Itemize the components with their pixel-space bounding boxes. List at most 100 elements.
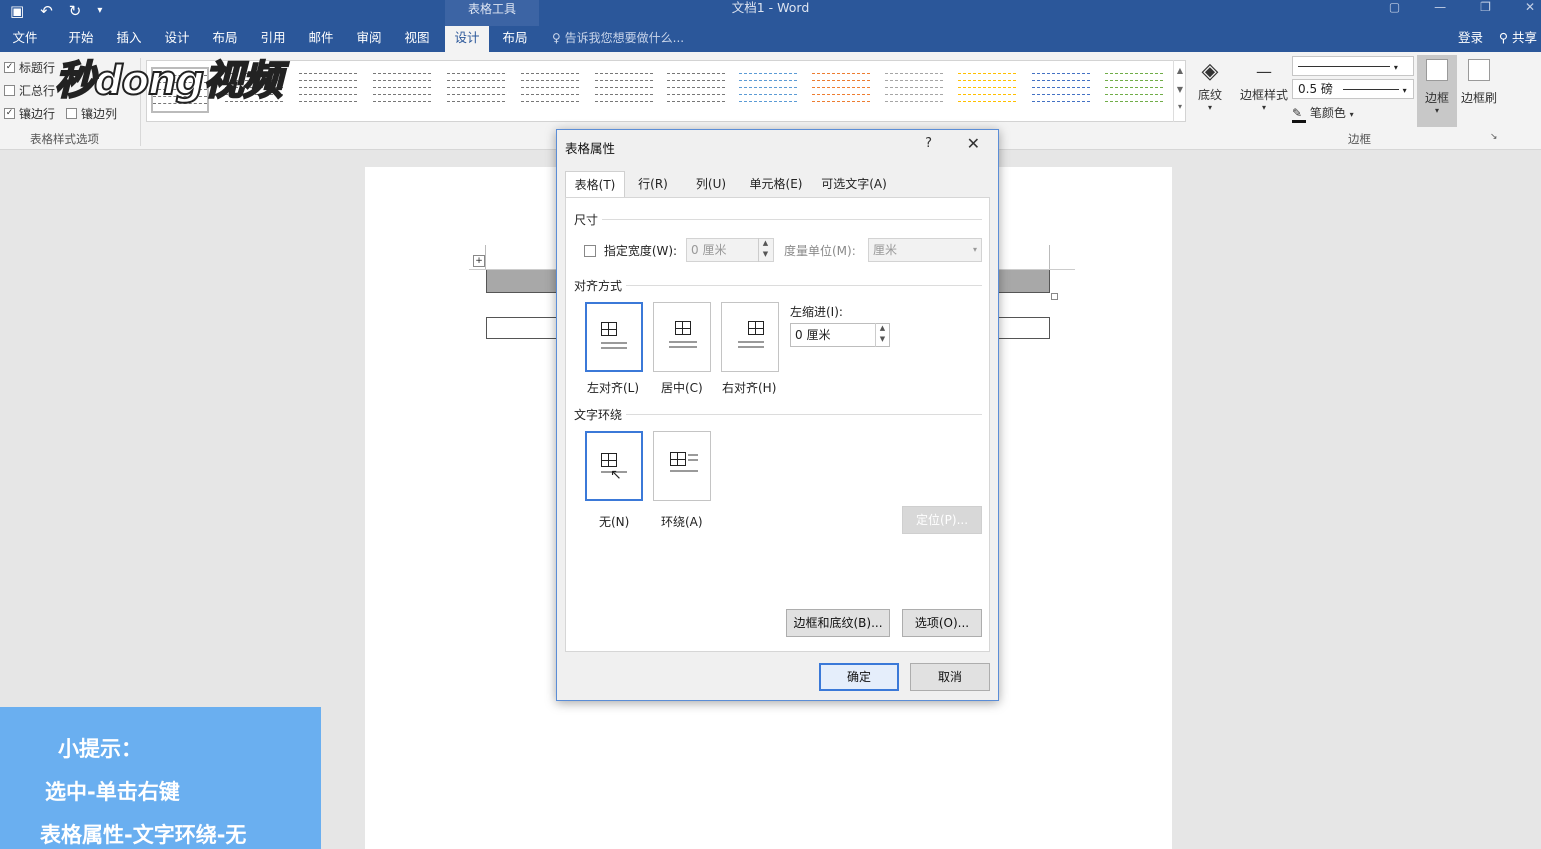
borders-button[interactable]: 边框 ▾ <box>1417 55 1457 127</box>
dialog-launcher-icon[interactable]: ↘ <box>1490 132 1498 142</box>
section-divider <box>602 219 982 220</box>
tab-row[interactable]: 行(R) <box>629 171 677 197</box>
logo-watermark: 秒dong视频 <box>54 57 283 105</box>
table-style-7[interactable] <box>595 67 653 113</box>
preferred-width-checkbox[interactable]: 指定宽度(W): <box>584 242 677 259</box>
tab-table[interactable]: 表格(T) <box>565 171 625 197</box>
paint-bucket-icon: ◈ <box>1201 59 1219 84</box>
tab-view[interactable]: 视图 <box>396 26 438 52</box>
tab-mailings[interactable]: 邮件 <box>300 26 342 52</box>
tab-review[interactable]: 审阅 <box>348 26 390 52</box>
close-window-icon[interactable]: ✕ <box>1525 0 1535 14</box>
close-icon[interactable]: ✕ <box>967 134 980 153</box>
mouse-cursor-icon: ↖ <box>610 467 622 483</box>
table-style-3[interactable] <box>299 67 357 113</box>
tab-table-design[interactable]: 设计 <box>445 26 489 52</box>
table-style-10[interactable] <box>812 67 870 113</box>
wrap-around-icon <box>670 452 686 466</box>
line-style-select[interactable]: ▾ <box>1292 56 1414 76</box>
text-lines-icon <box>738 346 764 348</box>
align-left-option[interactable] <box>585 302 643 372</box>
measure-unit-select[interactable]: 厘米 ▾ <box>868 238 982 262</box>
banded-cols-checkbox[interactable]: 镶边列 <box>66 105 117 122</box>
restore-icon[interactable]: ❐ <box>1480 0 1491 14</box>
section-divider <box>626 414 982 415</box>
gallery-more-icon[interactable]: ▾ <box>1174 102 1186 111</box>
border-styles-button[interactable]: — 边框样式 ▾ <box>1236 58 1292 112</box>
table-style-5[interactable] <box>447 67 505 113</box>
pen-weight-select[interactable]: 0.5 磅 ▾ <box>1292 79 1414 99</box>
border-styles-label: 边框样式 <box>1239 88 1288 102</box>
wrap-around-label: 环绕(A) <box>661 515 703 529</box>
align-left-label: 左对齐(L) <box>587 381 640 395</box>
login-link[interactable]: 登录 <box>1458 26 1483 50</box>
borders-label: 边框 <box>1424 91 1449 105</box>
table-style-14[interactable] <box>1105 67 1163 113</box>
table-style-13[interactable] <box>1032 67 1090 113</box>
header-row-checkbox[interactable]: ✓ 标题行 <box>4 59 55 76</box>
tip-line: 表格属性-文字环绕-无 <box>40 823 247 847</box>
checkbox-unchecked-icon <box>584 245 596 257</box>
table-style-11[interactable] <box>885 67 943 113</box>
borders-shading-button[interactable]: 边框和底纹(B)... <box>786 609 890 637</box>
checkbox-unchecked-icon <box>66 108 77 119</box>
text-lines-icon <box>738 341 764 343</box>
chevron-down-icon: ▾ <box>1434 106 1439 115</box>
shading-button[interactable]: ◈ 底纹 ▾ <box>1194 58 1226 112</box>
window-controls: ▢ — ❐ ✕ <box>1389 0 1535 14</box>
resize-handle[interactable] <box>1051 293 1058 300</box>
table-tab-panel: 尺寸 指定宽度(W): 0 厘米 ▲ ▼ 度量单位(M): 厘米 ▾ 对齐方式 左… <box>565 197 990 652</box>
gallery-up-icon[interactable]: ▲ <box>1174 66 1186 75</box>
gallery-down-icon[interactable]: ▼ <box>1174 85 1186 94</box>
tell-me-box[interactable]: ♀ 告诉我您想要做什么... <box>552 26 684 50</box>
tab-column[interactable]: 列(U) <box>687 171 735 197</box>
positioning-button[interactable]: 定位(P)... <box>902 506 982 534</box>
pen-color-label: 笔颜色 <box>1309 106 1346 120</box>
lightbulb-icon: ♀ <box>552 31 561 45</box>
table-style-4[interactable] <box>373 67 431 113</box>
vertical-guide-left <box>485 245 486 269</box>
person-icon: ⚲ <box>1498 30 1508 45</box>
text-lines-icon <box>688 454 698 456</box>
gallery-scroll[interactable]: ▲ ▼ ▾ <box>1173 60 1186 122</box>
line-preview <box>1298 66 1390 67</box>
minimize-icon[interactable]: — <box>1434 0 1446 14</box>
help-icon[interactable]: ? <box>925 136 932 151</box>
table-style-8[interactable] <box>667 67 725 113</box>
table-style-9[interactable] <box>739 67 797 113</box>
border-painter-button[interactable]: 边框刷 <box>1459 55 1499 106</box>
ribbon-display-icon[interactable]: ▢ <box>1389 0 1400 14</box>
table-move-handle-icon[interactable]: + <box>473 255 485 267</box>
tab-cell[interactable]: 单元格(E) <box>745 171 807 197</box>
total-row-checkbox[interactable]: 汇总行 <box>4 82 55 99</box>
wrap-none-option[interactable]: ↖ <box>585 431 643 501</box>
align-center-option[interactable] <box>653 302 711 372</box>
options-button[interactable]: 选项(O)... <box>902 609 982 637</box>
cancel-button[interactable]: 取消 <box>910 663 990 691</box>
text-lines-icon <box>669 341 697 343</box>
pen-color-button[interactable]: ✎ 笔颜色 ▾ <box>1292 104 1354 123</box>
tab-table-layout[interactable]: 布局 <box>494 26 536 52</box>
indent-spinner[interactable]: ▲ ▼ <box>875 323 889 347</box>
table-align-center-icon <box>675 321 691 335</box>
table-style-6[interactable] <box>521 67 579 113</box>
text-lines-icon <box>688 459 698 461</box>
table-style-12[interactable] <box>958 67 1016 113</box>
alignment-section-label: 对齐方式 <box>574 279 623 293</box>
text-lines-icon <box>669 346 697 348</box>
share-button[interactable]: ⚲ 共享 <box>1499 26 1537 50</box>
chevron-down-icon: ▾ <box>972 245 977 254</box>
align-right-option[interactable] <box>721 302 779 372</box>
tip-box: 小提示： 选中-单击右键 表格属性-文字环绕-无 <box>0 707 321 849</box>
banded-rows-checkbox[interactable]: ✓ 镶边行 <box>4 105 55 122</box>
ok-button[interactable]: 确定 <box>819 663 899 691</box>
tab-alt-text[interactable]: 可选文字(A) <box>815 171 893 197</box>
wrap-none-label: 无(N) <box>599 515 630 529</box>
tip-heading: 小提示： <box>58 737 142 761</box>
chevron-down-icon: ▾ <box>1207 103 1212 112</box>
dialog-tabs: 表格(T) 行(R) 列(U) 单元格(E) 可选文字(A) <box>565 171 990 197</box>
width-spinner[interactable]: ▲ ▼ <box>758 238 772 262</box>
wrap-around-option[interactable] <box>653 431 711 501</box>
tab-file[interactable]: 文件 <box>4 26 46 52</box>
borders-icon <box>1426 59 1448 81</box>
